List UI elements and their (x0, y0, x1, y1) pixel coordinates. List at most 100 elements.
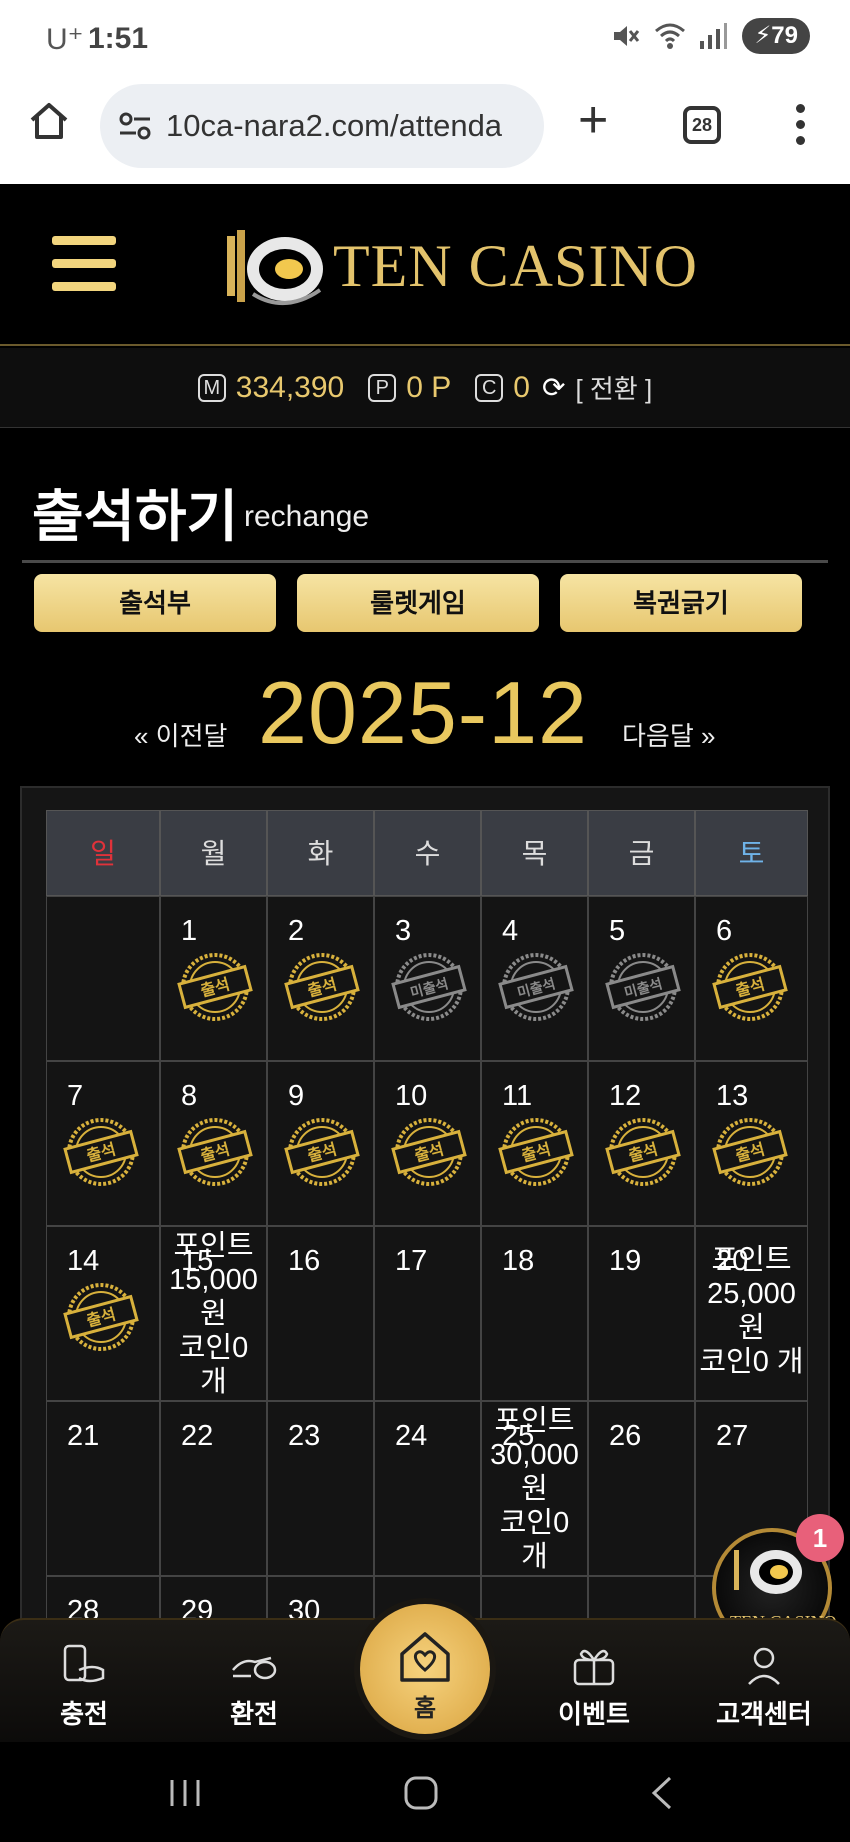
calendar-day-15[interactable]: 15 포인트 15,000 원 코인0 개 (160, 1226, 267, 1401)
convert-button[interactable]: [ 전환 ] (575, 369, 652, 406)
money-icon: M (197, 373, 226, 402)
balance-bar: M 334,390 P 0 P C 0 ⟳ [ 전환 ] (0, 348, 850, 428)
calendar-day-16[interactable]: 16 (267, 1226, 374, 1401)
recent-apps-icon[interactable] (168, 1776, 202, 1810)
calendar-day-12[interactable]: 12 출석 (588, 1061, 695, 1226)
next-month-link[interactable]: 다음달 » (622, 716, 715, 753)
prev-month-link[interactable]: « 이전달 (134, 716, 227, 753)
system-home-icon[interactable] (402, 1774, 440, 1812)
logo-emblem-icon (227, 230, 323, 306)
calendar-day-21[interactable]: 21 (46, 1401, 160, 1576)
nav-charge[interactable]: 충전 (24, 1630, 144, 1731)
nav-home[interactable]: 홈 (360, 1604, 490, 1734)
day-number: 5 (609, 915, 626, 947)
prize-info: 포인트 25,000 원 코인0 개 (696, 1243, 807, 1379)
site-logo[interactable]: TEN CASINO (225, 224, 697, 314)
nav-support[interactable]: 고객센터 (704, 1630, 824, 1731)
calendar-day-20[interactable]: 20 포인트 25,000 원 코인0 개 (695, 1226, 808, 1401)
calendar-day-5[interactable]: 5 미출석 (588, 896, 695, 1061)
menu-icon[interactable] (52, 236, 116, 292)
site-settings-icon[interactable] (118, 109, 152, 143)
gift-icon (569, 1640, 619, 1690)
day-number: 14 (67, 1245, 100, 1277)
calendar-day-18[interactable]: 18 (481, 1226, 588, 1401)
system-nav-bar (0, 1742, 850, 1842)
day-number: 11 (502, 1080, 533, 1112)
calendar-day-13[interactable]: 13 출석 (695, 1061, 808, 1226)
browser-toolbar: 10ca-nara2.com/attenda + 28 (0, 78, 850, 184)
status-bar: U⁺ 1:51 ⚡79 (0, 0, 850, 78)
coin-icon: C (475, 373, 504, 402)
attendance-calendar: 일 월 화 수 목 금 토 1 출석 2 출석 3 미출석 4 미출석 5 미출석 6 출석 7 출석 8 출… (20, 786, 830, 1696)
calendar-day-10[interactable]: 10 출석 (374, 1061, 481, 1226)
day-number: 19 (609, 1245, 642, 1277)
nav-event[interactable]: 이벤트 (534, 1630, 654, 1731)
calendar-day-3[interactable]: 3 미출석 (374, 896, 481, 1061)
back-icon[interactable] (648, 1774, 676, 1812)
weekday-mon: 월 (160, 810, 267, 896)
tab-switcher-button[interactable]: 28 (683, 106, 721, 144)
weekday-sat: 토 (695, 810, 808, 896)
nav-support-label: 고객센터 (716, 1699, 812, 1729)
calendar-day-24[interactable]: 24 (374, 1401, 481, 1576)
calendar-day-8[interactable]: 8 출석 (160, 1061, 267, 1226)
browser-menu-icon[interactable] (793, 104, 807, 150)
tab-attendance[interactable]: 출석부 (34, 574, 276, 632)
attended-stamp-icon: 출석 (710, 947, 790, 1027)
home-heart-icon (400, 1632, 450, 1682)
calendar-day-2[interactable]: 2 출석 (267, 896, 374, 1061)
refresh-icon[interactable]: ⟳ (542, 371, 565, 404)
calendar-day-6[interactable]: 6 출석 (695, 896, 808, 1061)
prize-line: 원 (521, 1473, 548, 1505)
calendar-day-19[interactable]: 19 (588, 1226, 695, 1401)
weekday-sun: 일 (46, 810, 160, 896)
day-number: 7 (67, 1080, 84, 1112)
weekday-thu: 목 (481, 810, 588, 896)
browser-home-icon[interactable] (28, 100, 70, 142)
calendar-day-14[interactable]: 14 출석 (46, 1226, 160, 1401)
day-number: 27 (716, 1420, 749, 1452)
calendar-day-9[interactable]: 9 출석 (267, 1061, 374, 1226)
prize-line: 15,000 (169, 1264, 258, 1296)
absent-stamp-icon: 미출석 (496, 947, 576, 1027)
calendar-day-4[interactable]: 4 미출석 (481, 896, 588, 1061)
calendar-day-7[interactable]: 7 출석 (46, 1061, 160, 1226)
battery-level: 79 (771, 22, 798, 49)
prize-info: 포인트 15,000 원 코인0 개 (161, 1229, 266, 1399)
day-number: 9 (288, 1080, 305, 1112)
attended-stamp-icon: 출석 (710, 1112, 790, 1192)
new-tab-icon[interactable]: + (578, 94, 608, 146)
notification-badge: 1 (796, 1514, 844, 1562)
prize-line: 개 (521, 1541, 548, 1573)
calendar-day-22[interactable]: 22 (160, 1401, 267, 1576)
nav-exchange[interactable]: 환전 (194, 1630, 314, 1731)
mute-icon (610, 21, 640, 51)
day-number: 22 (181, 1420, 214, 1452)
charge-icon (59, 1640, 109, 1690)
absent-stamp-icon: 미출석 (603, 947, 683, 1027)
exchange-icon (229, 1640, 279, 1690)
calendar-day-23[interactable]: 23 (267, 1401, 374, 1576)
prize-line: 포인트 (173, 1230, 254, 1262)
day-number: 1 (181, 915, 198, 947)
day-number: 18 (502, 1245, 535, 1277)
tab-roulette[interactable]: 룰렛게임 (297, 574, 539, 632)
day-number: 3 (395, 915, 412, 947)
calendar-day-17[interactable]: 17 (374, 1226, 481, 1401)
prize-line: 코인0 (499, 1507, 570, 1539)
calendar-day-11[interactable]: 11 출석 (481, 1061, 588, 1226)
address-bar[interactable]: 10ca-nara2.com/attenda (100, 84, 544, 168)
point-icon: P (368, 373, 397, 402)
day-number: 6 (716, 915, 733, 947)
day-number: 13 (716, 1080, 749, 1112)
calendar-day-26[interactable]: 26 (588, 1401, 695, 1576)
day-number: 10 (395, 1080, 428, 1112)
calendar-day-1[interactable]: 1 출석 (160, 896, 267, 1061)
absent-stamp-icon: 미출석 (389, 947, 469, 1027)
title-divider (22, 560, 828, 563)
day-number: 26 (609, 1420, 642, 1452)
calendar-day-25[interactable]: 25 포인트 30,000 원 코인0 개 (481, 1401, 588, 1576)
tab-lottery[interactable]: 복권긁기 (560, 574, 802, 632)
url-text: 10ca-nara2.com/attenda (166, 108, 503, 143)
day-number: 23 (288, 1420, 321, 1452)
